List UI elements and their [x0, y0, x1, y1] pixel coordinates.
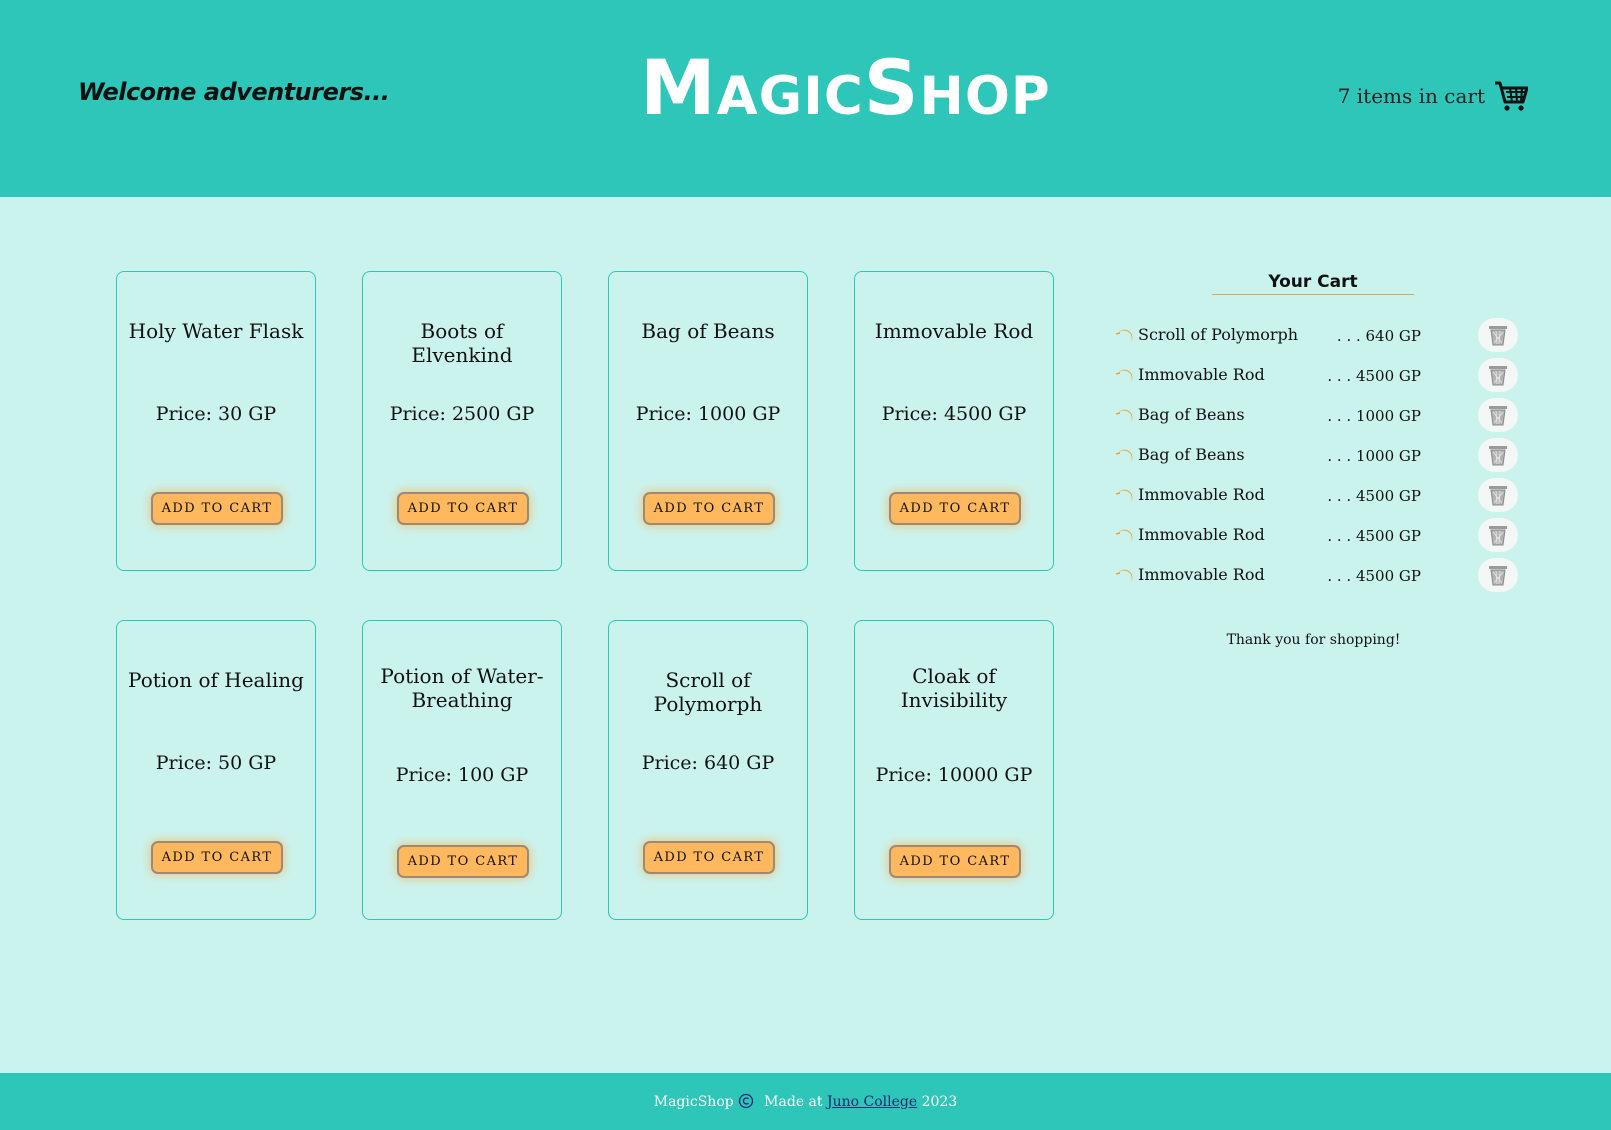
cart-title: Your Cart	[1212, 272, 1414, 295]
product-card: Potion of Water-Breathing Price: 100 GP AD…	[362, 620, 562, 920]
cart-item: Immovable Rod . . . 4500 GP	[1114, 478, 1518, 514]
cart-item: Immovable Rod . . . 4500 GP	[1114, 518, 1518, 554]
site-header: Welcome adventurers... MagicShop 7 items…	[0, 0, 1611, 197]
product-name: Boots of Elvenkind	[411, 319, 513, 367]
trash-icon	[1489, 366, 1507, 386]
cart-item: Scroll of Polymorph . . . 640 GP	[1114, 318, 1518, 354]
welcome-text: Welcome adventurers...	[78, 78, 390, 106]
footer-year: 2023	[921, 1094, 958, 1110]
shopping-cart-icon[interactable]	[1494, 80, 1528, 112]
product-card: Immovable Rod Price: 4500 GP ADD TO CART	[854, 271, 1054, 571]
product-price: Price: 30 GP	[155, 403, 277, 425]
product-card: Bag of Beans Price: 1000 GP ADD TO CART	[608, 271, 808, 571]
footer-brand: MagicShop	[653, 1094, 734, 1110]
remove-item-button[interactable]	[1478, 398, 1518, 432]
remove-item-button[interactable]	[1478, 518, 1518, 552]
cart-item: Immovable Rod . . . 4500 GP	[1114, 358, 1518, 394]
crescent-moon-icon	[1115, 569, 1133, 582]
juno-college-link[interactable]: Juno College	[827, 1094, 917, 1110]
cart-item-price: . . . 4500 GP	[1327, 567, 1421, 585]
product-price: Price: 50 GP	[155, 752, 277, 774]
cart-item: Bag of Beans . . . 1000 GP	[1114, 398, 1518, 434]
add-to-cart-button[interactable]: ADD TO CART	[397, 492, 529, 525]
remove-item-button[interactable]	[1478, 318, 1518, 352]
add-to-cart-button[interactable]: ADD TO CART	[889, 492, 1021, 525]
product-name: Scroll of Polymorph	[653, 668, 763, 716]
trash-icon	[1489, 566, 1507, 586]
cart-item-name: Scroll of Polymorph	[1138, 325, 1299, 344]
cart-item-name: Bag of Beans	[1138, 405, 1245, 424]
trash-icon	[1489, 406, 1507, 426]
product-card: Boots of Elvenkind Price: 2500 GP ADD TO C…	[362, 271, 562, 571]
site-footer: MagicShop Made at Juno College 2023	[0, 1073, 1611, 1130]
site-logo: MagicShop	[640, 43, 1051, 132]
footer-made-at: Made at	[764, 1094, 823, 1110]
product-price: Price: 4500 GP	[881, 403, 1027, 425]
cart-item: Immovable Rod . . . 4500 GP	[1114, 558, 1518, 594]
trash-icon	[1489, 446, 1507, 466]
add-to-cart-button[interactable]: ADD TO CART	[397, 845, 529, 878]
crescent-moon-icon	[1115, 449, 1133, 462]
crescent-moon-icon	[1115, 409, 1133, 422]
cart-item-name: Bag of Beans	[1138, 445, 1245, 464]
product-price: Price: 640 GP	[641, 752, 775, 774]
cart-item-price: . . . 640 GP	[1336, 327, 1421, 345]
add-to-cart-button[interactable]: ADD TO CART	[643, 841, 775, 874]
crescent-moon-icon	[1115, 329, 1133, 342]
product-card: Scroll of Polymorph Price: 640 GP ADD TO C…	[608, 620, 808, 920]
product-price: Price: 2500 GP	[389, 403, 535, 425]
cart-item-price: . . . 1000 GP	[1327, 407, 1421, 425]
copyright-icon	[738, 1093, 753, 1109]
cart-count-text: 7 items in cart	[1337, 84, 1485, 108]
crescent-moon-icon	[1115, 529, 1133, 542]
product-card: Potion of Healing Price: 50 GP ADD TO CART	[116, 620, 316, 920]
cart-item-name: Immovable Rod	[1138, 565, 1265, 584]
product-name: Holy Water Flask	[128, 319, 304, 343]
add-to-cart-button[interactable]: ADD TO CART	[151, 492, 283, 525]
remove-item-button[interactable]	[1478, 478, 1518, 512]
product-card: Holy Water Flask Price: 30 GP ADD TO CART	[116, 271, 316, 571]
cart-item-price: . . . 4500 GP	[1327, 527, 1421, 545]
product-name: Potion of Healing	[128, 668, 304, 692]
add-to-cart-button[interactable]: ADD TO CART	[151, 841, 283, 874]
remove-item-button[interactable]	[1478, 438, 1518, 472]
cart-item: Bag of Beans . . . 1000 GP	[1114, 438, 1518, 474]
cart-item-name: Immovable Rod	[1138, 485, 1265, 504]
cart-item-name: Immovable Rod	[1138, 365, 1265, 384]
crescent-moon-icon	[1115, 489, 1133, 502]
crescent-moon-icon	[1115, 369, 1133, 382]
trash-icon	[1489, 526, 1507, 546]
remove-item-button[interactable]	[1478, 558, 1518, 592]
cart-item-price: . . . 4500 GP	[1327, 367, 1421, 385]
product-price: Price: 10000 GP	[875, 764, 1033, 786]
footer-credits: MagicShop Made at Juno College 2023	[0, 1093, 1611, 1111]
product-name: Cloak of Invisibility	[900, 664, 1008, 712]
product-name: Bag of Beans	[641, 319, 775, 343]
product-price: Price: 1000 GP	[635, 403, 781, 425]
product-card: Cloak of Invisibility Price: 10000 GP ADD …	[854, 620, 1054, 920]
thanks-message: Thank you for shopping!	[1226, 632, 1401, 648]
product-name: Potion of Water-Breathing	[380, 664, 544, 712]
trash-icon	[1489, 486, 1507, 506]
product-price: Price: 100 GP	[395, 764, 529, 786]
trash-icon	[1489, 326, 1507, 346]
product-name: Immovable Rod	[874, 319, 1034, 343]
cart-item-name: Immovable Rod	[1138, 525, 1265, 544]
add-to-cart-button[interactable]: ADD TO CART	[643, 492, 775, 525]
cart-item-price: . . . 1000 GP	[1327, 447, 1421, 465]
cart-item-price: . . . 4500 GP	[1327, 487, 1421, 505]
remove-item-button[interactable]	[1478, 358, 1518, 392]
add-to-cart-button[interactable]: ADD TO CART	[889, 845, 1021, 878]
